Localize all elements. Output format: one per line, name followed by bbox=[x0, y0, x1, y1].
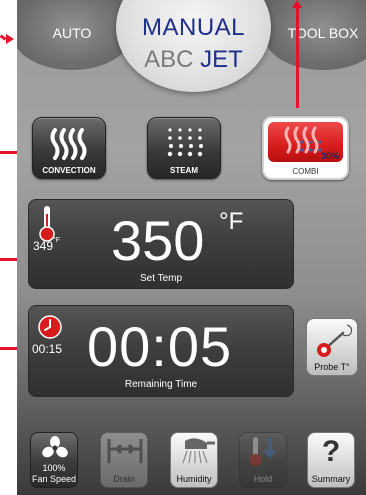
combi-label: COMBI bbox=[292, 167, 319, 176]
shower-head-icon bbox=[182, 438, 215, 464]
steam-button[interactable]: STEAM bbox=[147, 117, 221, 179]
set-temp-unit: °F bbox=[219, 208, 244, 235]
fan-speed-label: Fan Speed bbox=[31, 474, 77, 484]
actual-temp-value: 349 bbox=[33, 239, 54, 253]
humidity-label: Humidity bbox=[176, 474, 212, 484]
fan-speed-percent: 100% bbox=[42, 463, 66, 473]
summary-label: Summary bbox=[311, 474, 351, 484]
clock-icon bbox=[38, 315, 62, 339]
steam-label: STEAM bbox=[170, 166, 198, 175]
steam-droplets-icon bbox=[167, 128, 203, 157]
convection-button[interactable]: CONVECTION bbox=[32, 117, 106, 179]
annotation-arrowhead-combi bbox=[292, 0, 302, 8]
annotation-arrow-combi bbox=[296, 8, 299, 108]
oven-control-panel: AUTO TOOL BOX MANUAL ABC JET CONVECTION bbox=[17, 0, 366, 495]
remaining-time-value: 00:05 bbox=[87, 315, 233, 378]
mode-manual-title: MANUAL bbox=[141, 14, 246, 41]
combi-percent: 30% bbox=[320, 151, 339, 161]
drain-pipe-icon bbox=[107, 439, 143, 463]
set-temp-label: Set Temp bbox=[139, 273, 183, 284]
actual-temp-unit: °F bbox=[53, 237, 61, 244]
combi-button[interactable]: 30% COMBI bbox=[262, 116, 349, 180]
summary-button[interactable]: ? Summary bbox=[307, 432, 355, 488]
drain-button[interactable]: Drain bbox=[100, 432, 148, 488]
mode-subtitle: ABC JET bbox=[116, 46, 271, 74]
tab-auto-label: AUTO bbox=[52, 25, 92, 41]
mode-jet-label: JET bbox=[200, 46, 243, 73]
hold-label: Hold bbox=[253, 474, 273, 484]
convection-label: CONVECTION bbox=[42, 166, 96, 175]
remaining-time-display[interactable]: 00:15 00:05 Remaining Time bbox=[28, 305, 294, 397]
fan-speed-button[interactable]: 100% Fan Speed bbox=[30, 432, 78, 488]
tab-toolbox[interactable]: TOOL BOX bbox=[264, 0, 366, 70]
probe-label: Probe T° bbox=[314, 362, 350, 372]
set-temp-value: 350 bbox=[111, 209, 205, 272]
hold-thermometer-icon bbox=[249, 437, 277, 466]
fan-icon bbox=[42, 436, 68, 458]
set-temp-display[interactable]: 349 °F 350 °F Set Temp bbox=[28, 199, 294, 289]
remaining-time-label: Remaining Time bbox=[124, 379, 198, 390]
hold-button[interactable]: Hold bbox=[239, 432, 287, 488]
annotation-arrowhead-tabs bbox=[6, 34, 14, 44]
mode-abc-label: ABC bbox=[144, 46, 194, 73]
actual-time-value: 00:15 bbox=[32, 342, 63, 356]
probe-icon bbox=[317, 324, 353, 357]
humidity-button[interactable]: Humidity bbox=[170, 432, 218, 488]
drain-label: Drain bbox=[113, 474, 135, 484]
tab-auto[interactable]: AUTO bbox=[17, 0, 131, 70]
question-mark-icon: ? bbox=[321, 435, 341, 468]
convection-heat-icon bbox=[50, 128, 87, 160]
probe-temp-button[interactable]: Probe T° bbox=[306, 318, 358, 376]
